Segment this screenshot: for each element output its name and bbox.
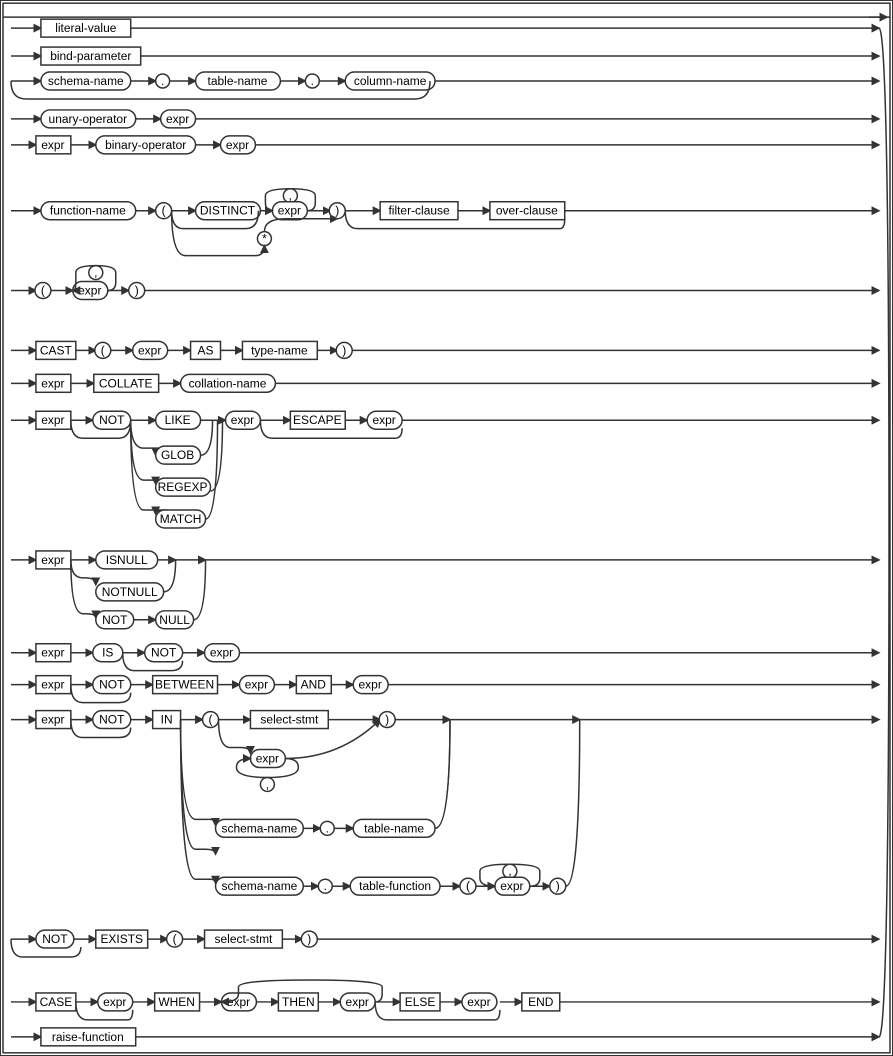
table-function-label: table-function — [359, 879, 431, 893]
select-stmt-label-r14a: select-stmt — [260, 713, 319, 727]
rparen-r7: ) — [135, 284, 139, 298]
filter-clause-label: filter-clause — [388, 204, 450, 218]
in-label: IN — [161, 713, 173, 727]
select-stmt-label-r15: select-stmt — [215, 932, 274, 946]
null-label-r11: NULL — [159, 613, 190, 627]
expr-label-r14c: expr — [500, 879, 523, 893]
glob-label: GLOB — [161, 448, 194, 462]
dot2-r3: . — [311, 74, 314, 88]
expr-label-r13c: expr — [359, 678, 382, 692]
rparen-r14: ) — [385, 713, 389, 727]
lparen-r8: ( — [101, 343, 105, 357]
expr-label-r16d: expr — [467, 995, 490, 1009]
lparen-r7: ( — [41, 284, 45, 298]
over-clause-label: over-clause — [496, 204, 558, 218]
not-label-r12: NOT — [151, 646, 177, 660]
not-label-r10: NOT — [99, 413, 125, 427]
not-label-r13: NOT — [99, 678, 125, 692]
table-name-label-r14b: table-name — [364, 821, 424, 835]
expr-label-r7: expr — [78, 284, 101, 298]
expr-label-r13a: expr — [41, 678, 64, 692]
cast-label: CAST — [40, 343, 73, 357]
lparen-r14: ( — [209, 713, 213, 727]
lparen-r15: ( — [173, 932, 177, 946]
dot1-r3: . — [161, 74, 164, 88]
isnull-label: ISNULL — [106, 553, 148, 567]
exists-label: EXISTS — [100, 932, 143, 946]
and-label-r13: AND — [301, 678, 327, 692]
expr-label-r9: expr — [41, 376, 64, 390]
rparen-r8: ) — [342, 343, 346, 357]
expr-label-r10a: expr — [41, 413, 64, 427]
expr-label-r13b: expr — [245, 678, 268, 692]
literal-value-label: literal-value — [55, 21, 117, 35]
like-label: LIKE — [165, 413, 191, 427]
star-r6: * — [262, 232, 267, 246]
not-label-r14: NOT — [99, 713, 125, 727]
raise-function-label: raise-function — [52, 1030, 124, 1044]
schema-name-label-r14c: schema-name — [221, 879, 297, 893]
lparen-r14c: ( — [466, 879, 470, 893]
expr-label-r10c: expr — [372, 413, 395, 427]
bind-parameter-label: bind-parameter — [50, 49, 131, 63]
then-label: THEN — [282, 995, 315, 1009]
expr-label-r12a: expr — [41, 646, 64, 660]
comma-r7: , — [94, 266, 97, 280]
distinct-label: DISTINCT — [200, 204, 256, 218]
match-label: MATCH — [160, 512, 202, 526]
collate-label: COLLATE — [99, 376, 153, 390]
expr-label-r5b: expr — [226, 138, 249, 152]
expr-label-r4: expr — [166, 112, 189, 126]
comma-r14c: , — [508, 864, 511, 878]
collation-name-label: collation-name — [189, 376, 267, 390]
expr-label-r16c: expr — [346, 995, 369, 1009]
end-label: END — [528, 995, 554, 1009]
dot-r14b: . — [326, 821, 329, 835]
expr-label-r5a: expr — [41, 138, 64, 152]
is-label: IS — [102, 646, 113, 660]
between-label: BETWEEN — [155, 678, 214, 692]
not-label-r11: NOT — [102, 613, 128, 627]
comma-r14: , — [266, 777, 269, 791]
expr-label-r6a: expr — [278, 204, 301, 218]
notnull-label: NOTNULL — [102, 585, 158, 599]
expr-label-r8: expr — [138, 343, 161, 357]
unary-operator-label: unary-operator — [49, 112, 128, 126]
expr-label-r11: expr — [41, 553, 64, 567]
comma-r6: , — [289, 189, 292, 203]
expr-label-r12b: expr — [210, 646, 233, 660]
expr-label-r10b: expr — [231, 413, 254, 427]
table-name-label-r3: table-name — [208, 74, 268, 88]
expr-label-r14a: expr — [41, 713, 64, 727]
rparen-r6: ) — [335, 204, 339, 218]
railroad-diagram: literal-value bind-parameter schema-name… — [0, 0, 893, 1056]
rparen-r15: ) — [307, 932, 311, 946]
type-name-label: type-name — [251, 343, 308, 357]
escape-label: ESCAPE — [293, 413, 342, 427]
schema-name-label-r14b: schema-name — [221, 821, 297, 835]
not-label-r15: NOT — [42, 932, 68, 946]
rparen-r14c: ) — [556, 879, 560, 893]
else-label: ELSE — [405, 995, 436, 1009]
expr-label-r16a: expr — [103, 995, 126, 1009]
schema-name-label-r3: schema-name — [48, 74, 124, 88]
regexp-label: REGEXP — [158, 480, 208, 494]
case-label: CASE — [40, 995, 73, 1009]
lparen-r6: ( — [162, 204, 166, 218]
as-label-r8: AS — [198, 343, 214, 357]
dot-r14c: . — [324, 879, 327, 893]
when-label: WHEN — [158, 995, 195, 1009]
expr-label-r14b: expr — [256, 751, 279, 765]
column-name-label-r3: column-name — [354, 74, 427, 88]
function-name-label: function-name — [50, 204, 126, 218]
binary-operator-label: binary-operator — [105, 138, 186, 152]
